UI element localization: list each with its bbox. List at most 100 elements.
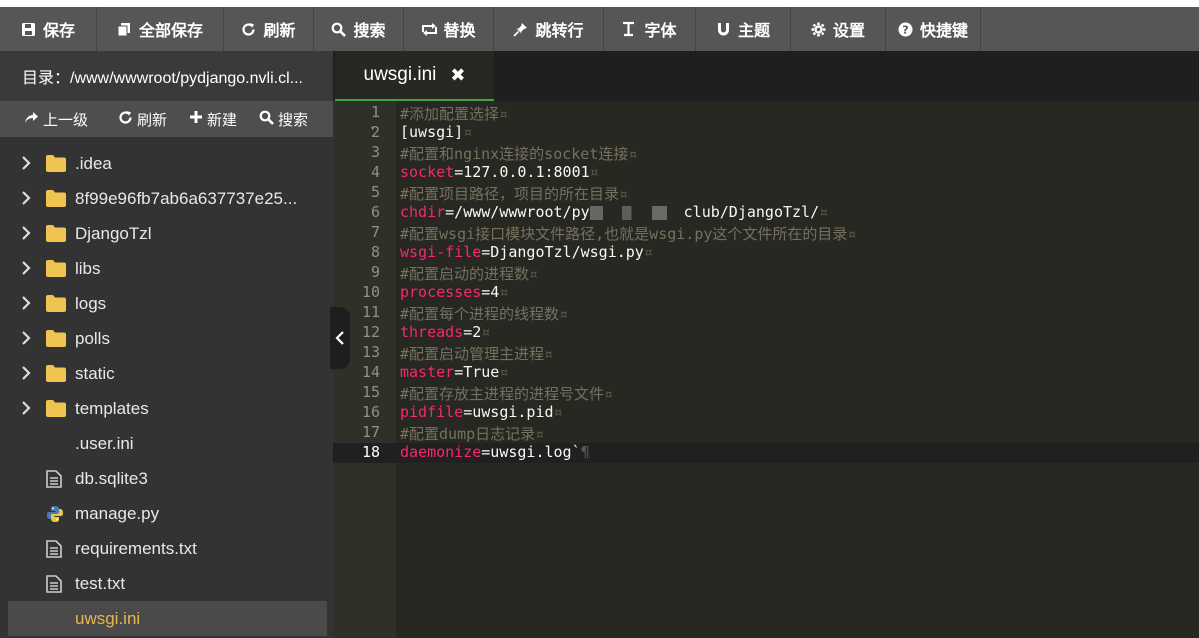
floppy-icon [21, 22, 37, 37]
folder-item[interactable]: 8f99e96fb7ab6a637737e25... [0, 181, 333, 216]
code-text: wsgi-file=DjangoTzl/wsgi.py¤ [400, 243, 653, 261]
code-line[interactable]: 11 #配置每个进程的线程数¤ [333, 303, 1199, 323]
toolbar-button-1[interactable]: 全部保存 [97, 7, 224, 51]
sidebar-action-2[interactable]: 新建 [189, 109, 237, 130]
close-icon[interactable]: ✖ [450, 65, 465, 86]
folder-icon [46, 330, 66, 348]
code-token: =DjangoTzl/wsgi.py [481, 243, 644, 261]
code-token: ¤ [847, 225, 857, 243]
folder-item[interactable]: libs [0, 251, 333, 286]
file-item[interactable]: .user.ini [0, 426, 333, 461]
chevron-right-icon[interactable] [21, 190, 31, 206]
chevron-right-icon[interactable] [21, 400, 31, 416]
toolbar-button-label: 快捷键 [919, 23, 968, 40]
folder-item[interactable]: .idea [0, 146, 333, 181]
code-text: #配置存放主进程的进程号文件¤ [400, 383, 613, 404]
folder-item[interactable]: static [0, 356, 333, 391]
code-line[interactable]: 8 wsgi-file=DjangoTzl/wsgi.py¤ [333, 243, 1199, 263]
file-name: .user.ini [75, 434, 134, 453]
code-line[interactable]: 16 pidfile=uwsgi.pid¤ [333, 403, 1199, 423]
file-item[interactable]: requirements.txt [0, 531, 333, 566]
line-number: 7 [370, 223, 380, 241]
code-token: ¤ [544, 345, 554, 363]
code-token: wsgi-file [400, 243, 482, 261]
redacted-text [589, 205, 684, 220]
chevron-right-icon[interactable] [21, 260, 31, 276]
toolbar-button-label: 主题 [737, 23, 770, 40]
sidebar-action-label: 新建 [207, 111, 238, 129]
code-token: master [400, 363, 455, 381]
code-line[interactable]: 15 #配置存放主进程的进程号文件¤ [333, 383, 1199, 403]
toolbar-button-6[interactable]: 字体 [604, 7, 696, 51]
code-line[interactable]: 17 #配置dump日志记录¤ [333, 423, 1199, 443]
code-token: =2 [463, 323, 482, 341]
code-token: =True [454, 363, 500, 381]
toolbar-button-9[interactable]: ? 快捷键 [886, 7, 981, 51]
folder-item[interactable]: logs [0, 286, 333, 321]
toolbar-button-2[interactable]: 刷新 [224, 7, 314, 51]
code-text: #配置每个进程的线程数¤ [400, 303, 568, 324]
code-line[interactable]: 12 threads=2¤ [333, 323, 1199, 343]
file-name: manage.py [75, 504, 160, 523]
chevron-right-icon[interactable] [21, 295, 31, 311]
folder-item[interactable]: DjangoTzl [0, 216, 333, 251]
code-token: ¤ [553, 403, 563, 421]
code-token: =4 [481, 283, 500, 301]
chevron-right-icon[interactable] [21, 155, 31, 171]
file-item[interactable]: manage.py [0, 496, 333, 531]
code-line[interactable]: 1 #添加配置选择¤ [333, 103, 1199, 123]
code-token: #配置项目路径，项目的所在目录 [400, 185, 620, 203]
file-item[interactable]: db.sqlite3 [0, 461, 333, 496]
folder-item[interactable]: templates [0, 391, 333, 426]
line-number: 15 [361, 383, 380, 401]
sidebar-action-0[interactable]: 上一级 [24, 109, 88, 130]
tab-uwsgi-ini[interactable]: uwsgi.ini ✖ [335, 51, 494, 101]
sidebar-action-3[interactable]: 搜索 [259, 109, 308, 130]
toolbar-button-7[interactable]: 主题 [696, 7, 791, 51]
code-text: [uwsgi]¤ [400, 123, 472, 141]
code-line[interactable]: 5 #配置项目路径，项目的所在目录¤ [333, 183, 1199, 203]
code-line[interactable]: 6 chdir=/www/wwwroot/py club/DjangoTzl/¤ [333, 203, 1199, 223]
fold-icon[interactable]: ▾ [370, 124, 375, 134]
toolbar-button-5[interactable]: 跳转行 [494, 7, 604, 51]
code-line[interactable]: 13 #配置启动管理主进程¤ [333, 343, 1199, 363]
file-item[interactable]: uwsgi.ini [8, 601, 327, 636]
folder-item[interactable]: polls [0, 321, 333, 356]
toolbar-button-label: 保存 [42, 23, 75, 40]
code-line[interactable]: 7 #配置wsgi接口模块文件路径,也就是wsgi.py这个文件所在的目录¤ [333, 223, 1199, 243]
chevron-right-icon[interactable] [21, 330, 31, 346]
code-token: #配置和nginx连接的socket连接 [400, 145, 629, 163]
gear-icon [811, 22, 827, 37]
code-line[interactable]: 2 ▾ [uwsgi]¤ [333, 123, 1199, 143]
magnet-icon [716, 22, 732, 37]
chevron-right-icon[interactable] [21, 365, 31, 381]
code-text: processes=4¤ [400, 283, 508, 301]
code-editor[interactable]: 1 #添加配置选择¤ 2 ▾ [uwsgi]¤ 3 #配置和nginx连接的socket连接… [333, 101, 1199, 638]
code-line[interactable]: 10 processes=4¤ [333, 283, 1199, 303]
code-line[interactable]: 18 daemonize=uwsgi.log`¶ [333, 443, 1199, 463]
code-line[interactable]: 3 #配置和nginx连接的socket连接¤ [333, 143, 1199, 163]
sidebar-action-1[interactable]: 刷新 [118, 109, 167, 130]
code-token: #配置存放主进程的进程号文件 [400, 385, 605, 403]
file-name: logs [75, 294, 107, 313]
code-text: threads=2¤ [400, 323, 490, 341]
file-name: static [75, 364, 115, 383]
file-name: test.txt [75, 574, 126, 593]
code-line[interactable]: 9 #配置启动的进程数¤ [333, 263, 1199, 283]
collapse-sidebar-button[interactable] [330, 307, 350, 369]
toolbar-button-label: 全部保存 [138, 23, 203, 40]
toolbar-button-label: 刷新 [263, 23, 296, 40]
code-line[interactable]: 4 socket=127.0.0.1:8001¤ [333, 163, 1199, 183]
file-item[interactable]: test.txt [0, 566, 333, 601]
file-name: uwsgi.ini [75, 609, 141, 628]
toolbar-button-8[interactable]: 设置 [791, 7, 886, 51]
chevron-right-icon[interactable] [21, 225, 31, 241]
toolbar-button-0[interactable]: 保存 [0, 7, 97, 51]
folder-icon [46, 155, 66, 173]
toolbar-button-4[interactable]: 替换 [404, 7, 494, 51]
folder-icon [46, 295, 66, 313]
code-token: #配置启动管理主进程 [400, 345, 545, 363]
toolbar-button-3[interactable]: 搜索 [314, 7, 404, 51]
code-line[interactable]: 14 master=True¤ [333, 363, 1199, 383]
line-number: 9 [370, 263, 380, 281]
